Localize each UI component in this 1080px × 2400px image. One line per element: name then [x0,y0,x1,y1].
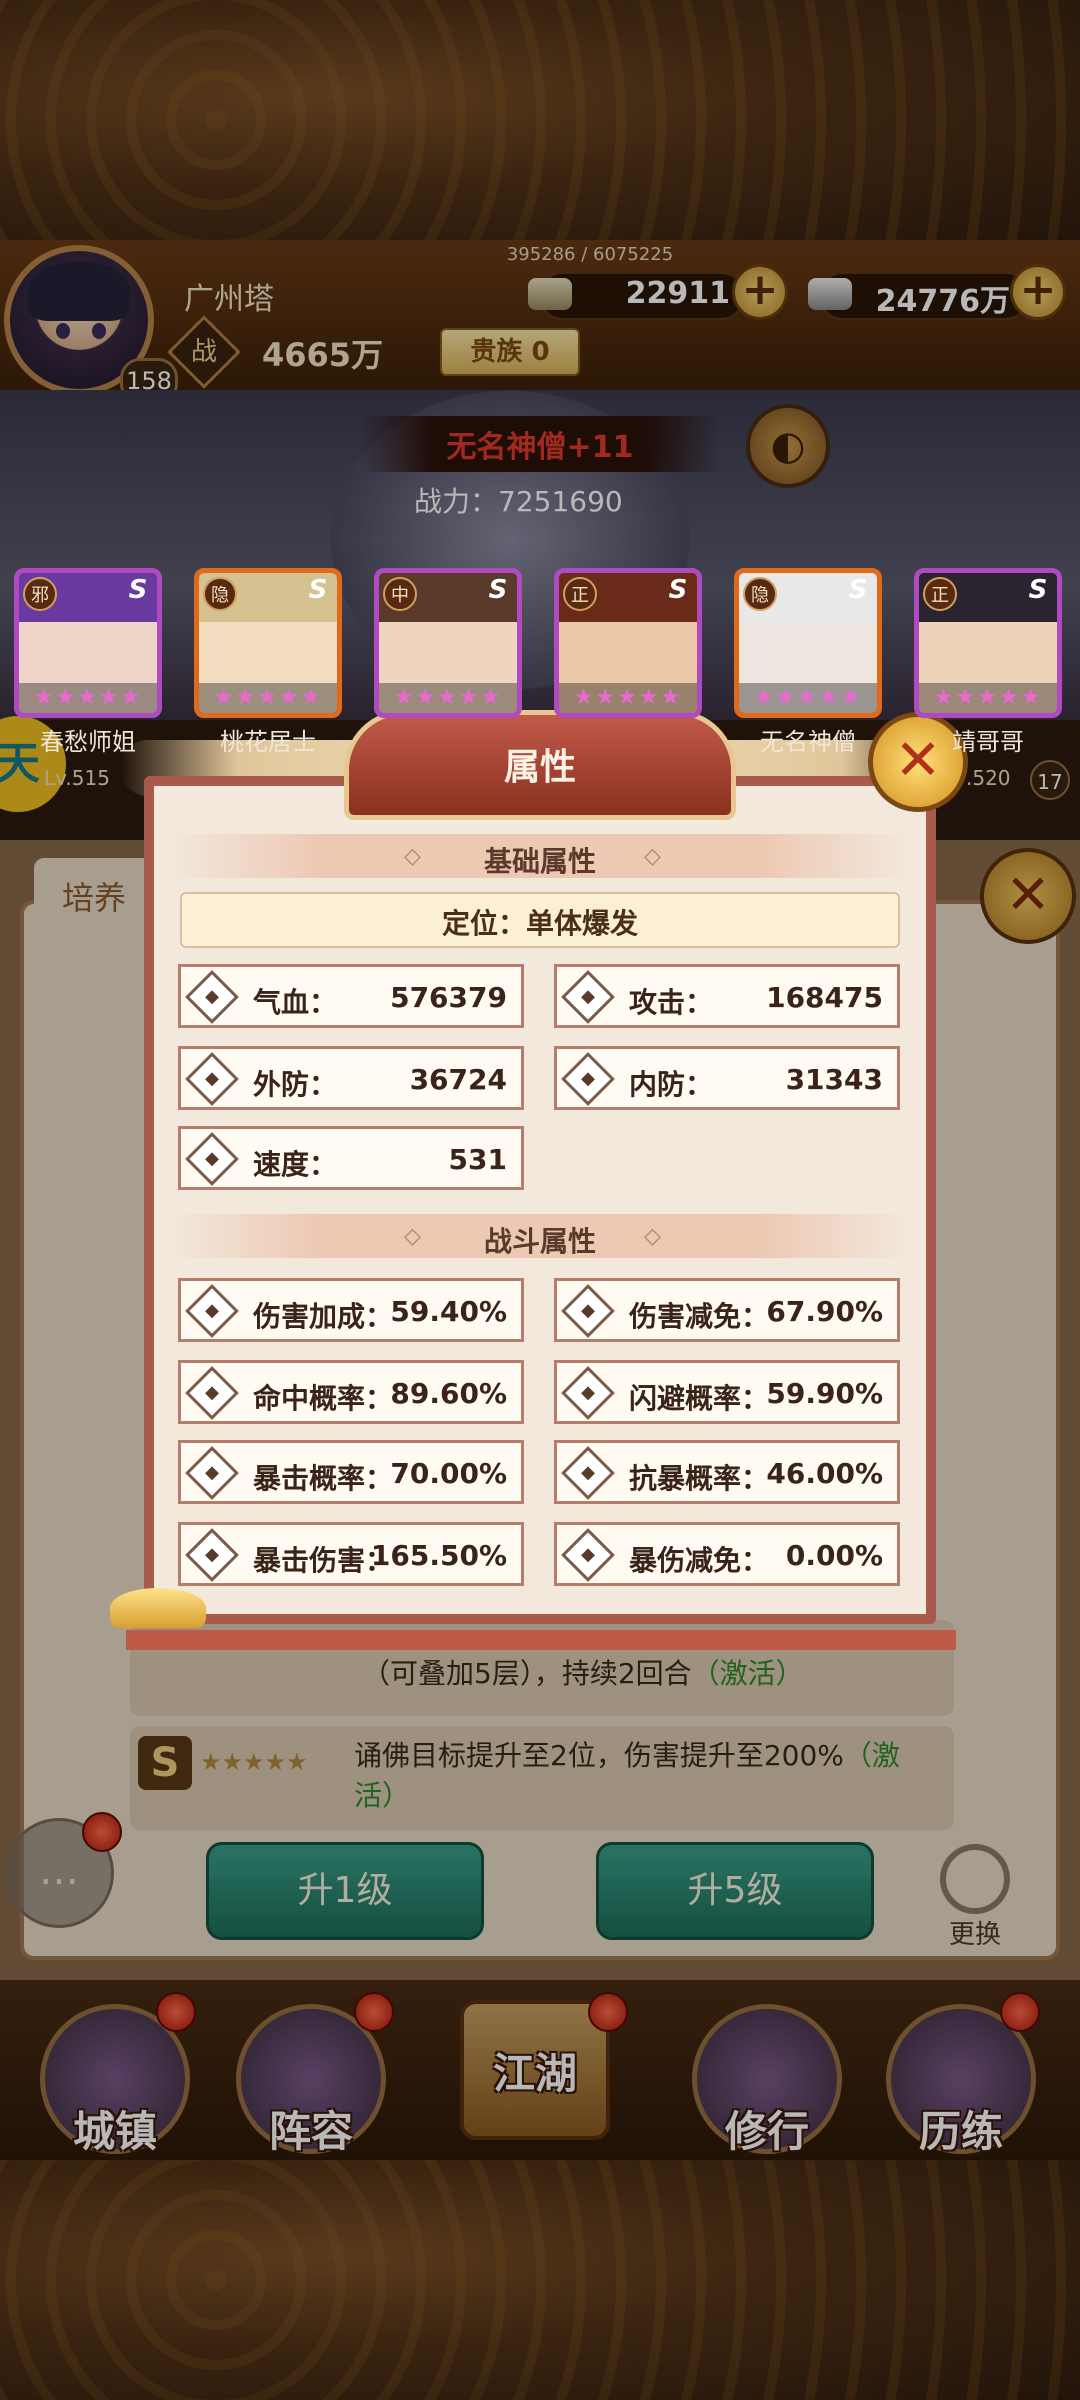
stat-value: 576379 [390,981,507,1014]
flame-icon: ◆ [561,1052,615,1106]
hero-stars: ★★★★★ [919,683,1057,713]
hero-card[interactable]: 邪 S ★★★★★ [14,568,162,718]
stat-value: 36724 [409,1063,507,1096]
skull-icon: ◆ [561,1284,615,1338]
stat-cell: ◆ 伤害加成： 59.40% [178,1278,524,1342]
stat-value: 165.50% [370,1539,507,1572]
hero-rank-icon: S [1028,575,1048,605]
hero-stars: ★★★★★ [379,683,517,713]
crit-icon: ◆ [185,1446,239,1500]
hero-rank-icon: S [128,575,148,605]
damage-up-icon: ◆ [185,1284,239,1338]
stat-cell: ◆ 气血： 576379 [178,964,524,1028]
speed-icon: ◆ [185,1132,239,1186]
stat-cell: ◆ 内防： 31343 [554,1046,900,1110]
stat-label: 速度： [253,1148,338,1181]
stat-value: 531 [448,1143,507,1176]
diamond-ornament-icon: ◇ [644,1224,661,1249]
hero-stars: ★★★★★ [199,683,337,713]
hero-card[interactable]: 隐 S ★★★★★ [734,568,882,718]
stat-label: 攻击： [629,986,714,1019]
gold-ornament-icon [110,1588,206,1628]
stat-value: 59.90% [766,1377,883,1410]
hero-stars: ★★★★★ [19,683,157,713]
stat-cell: ◆ 暴击伤害： 165.50% [178,1522,524,1586]
stat-value: 67.90% [766,1295,883,1328]
stat-label: 气血： [253,986,338,1019]
stat-label: 外防： [253,1068,338,1101]
hero-faction-tag: 隐 [743,577,777,611]
stat-value: 46.00% [766,1457,883,1490]
stat-cell: ◆ 伤害减免： 67.90% [554,1278,900,1342]
hero-stars: ★★★★★ [559,683,697,713]
hero-faction-tag: 隐 [203,577,237,611]
stat-cell: ◆ 命中概率： 89.60% [178,1360,524,1424]
stat-cell: ◆ 暴击概率： 70.00% [178,1440,524,1504]
dodge-icon: ◆ [561,1366,615,1420]
anti-crit-icon: ◆ [561,1446,615,1500]
stat-label: 抗暴概率： [629,1462,770,1495]
hero-stars: ★★★★★ [739,683,877,713]
stat-value: 89.60% [390,1377,507,1410]
hero-rank-icon: S [308,575,328,605]
basic-section-title: 基础属性 [483,845,596,878]
stat-label: 闪避概率： [629,1382,770,1415]
hero-name: 无名神僧 [760,728,856,756]
crit-damage-icon: ◆ [185,1528,239,1582]
stat-label: 暴击概率： [253,1462,394,1495]
hero-card[interactable]: 正 S ★★★★★ [554,568,702,718]
hero-name: 春愁师姐 [40,728,136,756]
stat-cell: ◆ 暴伤减免： 0.00% [554,1522,900,1586]
shield-icon: ◆ [185,1052,239,1106]
background-pattern-bottom [0,2160,1080,2400]
combat-section-title: 战斗属性 [483,1225,596,1258]
hero-faction-tag: 邪 [23,577,57,611]
stat-cell: ◆ 攻击： 168475 [554,964,900,1028]
stat-label: 命中概率： [253,1382,394,1415]
stat-label: 暴伤减免： [629,1544,770,1577]
hero-card[interactable]: 隐 S ★★★★★ [194,568,342,718]
stat-value: 168475 [766,981,883,1014]
hero-faction-tag: 正 [923,577,957,611]
stat-cell: ◆ 抗暴概率： 46.00% [554,1440,900,1504]
diamond-ornament-icon: ◇ [644,844,661,869]
stat-value: 0.00% [785,1539,883,1572]
heart-icon: ◆ [185,970,239,1024]
stat-label: 伤害加成： [253,1300,394,1333]
hero-name: 靖哥哥 [952,728,1024,756]
hero-rank-icon: S [848,575,868,605]
hero-card[interactable]: 中 S ★★★★★ [374,568,522,718]
target-icon: ◆ [185,1366,239,1420]
crit-reduce-icon: ◆ [561,1528,615,1582]
stat-cell: ◆ 速度： 531 [178,1126,524,1190]
hero-rank-icon: S [488,575,508,605]
modal-title: 属性 [503,747,576,788]
hero-name: 桃花居士 [220,728,316,756]
stat-label: 伤害减免： [629,1300,770,1333]
stat-cell: ◆ 外防： 36724 [178,1046,524,1110]
hero-card[interactable]: 正 S ★★★★★ [914,568,1062,718]
stat-label: 内防： [629,1068,714,1101]
hero-faction-tag: 正 [563,577,597,611]
hero-faction-tag: 中 [383,577,417,611]
sword-icon: ◆ [561,970,615,1024]
stat-cell: ◆ 闪避概率： 59.90% [554,1360,900,1424]
stat-value: 31343 [785,1063,883,1096]
modal-footer-bar [126,1630,956,1650]
hero-role: 定位：单体爆发 [441,907,638,940]
background-pattern-top [0,0,1080,240]
stat-value: 59.40% [390,1295,507,1328]
hero-rank-icon: S [668,575,688,605]
stat-value: 70.00% [390,1457,507,1490]
